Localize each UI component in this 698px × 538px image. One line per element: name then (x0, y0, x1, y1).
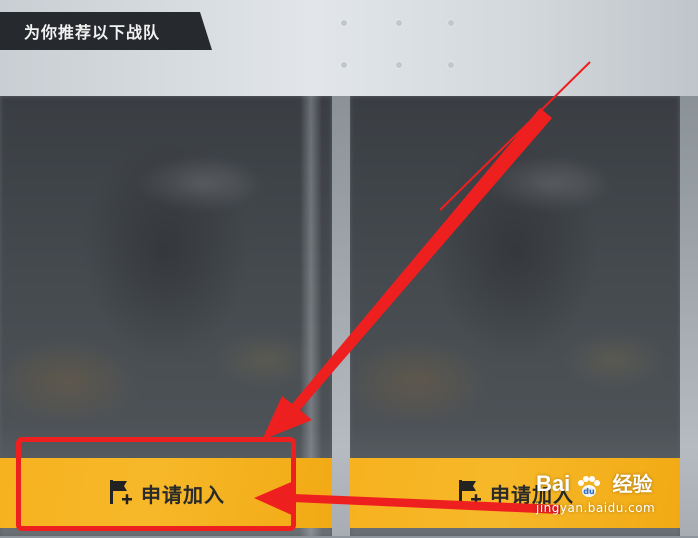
svg-text:du: du (584, 487, 596, 496)
watermark-suffix: 经验 (612, 472, 653, 496)
watermark: Bai du 经验 jingyan.baidu.com (536, 468, 696, 528)
annotation-highlight-box (16, 437, 296, 531)
watermark-brand: Bai (536, 471, 571, 496)
watermark-url: jingyan.baidu.com (536, 500, 656, 515)
paw-icon: du (578, 475, 601, 497)
